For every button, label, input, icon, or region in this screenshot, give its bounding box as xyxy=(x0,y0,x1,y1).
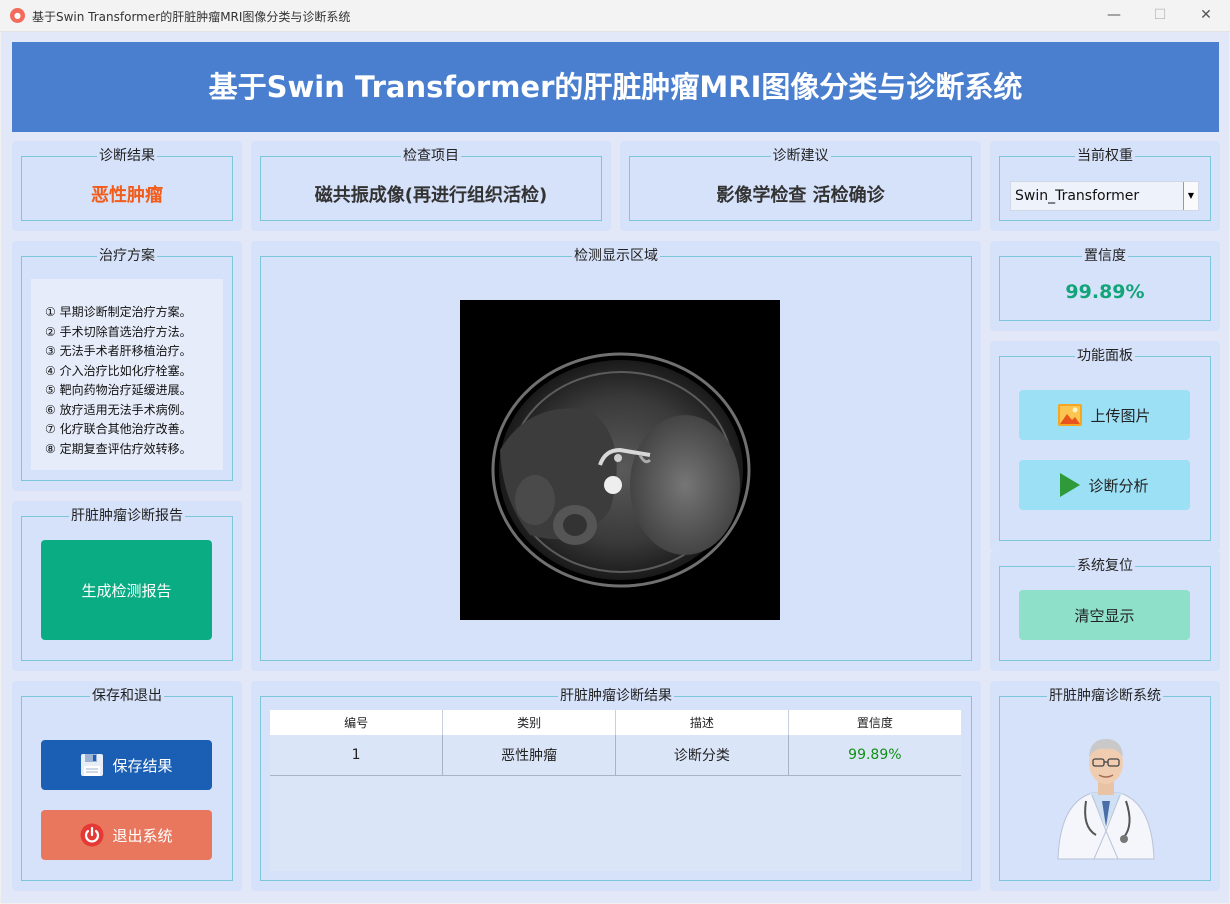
function-panel-label: 功能面板 xyxy=(1075,348,1135,364)
weights-group: 当前权重 Swin_Transformer ▼ xyxy=(999,148,1211,221)
upload-image-label: 上传图片 xyxy=(1090,406,1151,425)
diagnosis-result-label: 诊断结果 xyxy=(97,148,157,164)
diagnosis-advice-label: 诊断建议 xyxy=(770,148,831,164)
save-result-button[interactable]: 保存结果 xyxy=(41,740,212,790)
save-exit-label: 保存和退出 xyxy=(90,688,164,704)
table-row[interactable]: 1 恶性肿瘤 诊断分类 99.89% xyxy=(270,735,961,776)
chevron-down-icon[interactable]: ▼ xyxy=(1183,182,1198,210)
mri-image xyxy=(460,300,780,620)
exam-item-value: 磁共振成像(再进行组织活检) xyxy=(314,185,548,206)
reset-label: 系统复位 xyxy=(1075,558,1135,574)
system-label: 肝脏肿瘤诊断系统 xyxy=(1047,688,1163,704)
treatment-item: ⑧ 定期复查评估疗效转移。 xyxy=(45,441,192,456)
function-panel-group: 功能面板 上传图片 诊断分析 xyxy=(999,348,1211,541)
exam-item-label: 检查项目 xyxy=(401,148,461,164)
diagnosis-result-group: 诊断结果 恶性肿瘤 xyxy=(21,148,233,221)
window-title: 基于Swin Transformer的肝脏肿瘤MRI图像分类与诊断系统 xyxy=(32,10,351,24)
image-icon xyxy=(1058,404,1083,426)
treatment-item: ⑥ 放疗适用无法手术病例。 xyxy=(45,402,192,417)
exam-item-card: 检查项目 磁共振成像(再进行组织活检) xyxy=(251,141,611,231)
doctor-illustration xyxy=(1057,739,1155,860)
diagnose-analyze-label: 诊断分析 xyxy=(1088,476,1149,495)
confidence-group: 置信度 99.89% xyxy=(999,248,1211,321)
table-cell-description: 诊断分类 xyxy=(615,735,789,776)
page-title: 基于Swin Transformer的肝脏肿瘤MRI图像分类与诊断系统 xyxy=(12,42,1219,132)
function-panel-card: 功能面板 上传图片 诊断分析 xyxy=(990,341,1220,551)
diagnosis-result-card: 诊断结果 恶性肿瘤 xyxy=(12,141,242,231)
detection-card: 检测显示区域 xyxy=(251,241,981,671)
exit-system-label: 退出系统 xyxy=(112,826,173,845)
report-card: 肝脏肿瘤诊断报告 生成检测报告 xyxy=(12,501,242,671)
save-exit-card: 保存和退出 保存结果 退出系统 xyxy=(12,681,242,891)
diagnose-analyze-button[interactable]: 诊断分析 xyxy=(1019,460,1190,510)
treatment-item: ① 早期诊断制定治疗方案。 xyxy=(45,305,192,319)
confidence-value: 99.89% xyxy=(1065,281,1145,303)
table-empty-area xyxy=(270,776,961,871)
confidence-label: 置信度 xyxy=(1082,248,1128,264)
table-cell-id: 1 xyxy=(270,735,444,776)
exit-system-button[interactable]: 退出系统 xyxy=(41,810,212,860)
detection-area-label: 检测显示区域 xyxy=(572,248,660,264)
diagnosis-advice-value: 影像学检查 活检确诊 xyxy=(716,185,885,206)
diagnosis-advice-card: 诊断建议 影像学检查 活检确诊 xyxy=(620,141,981,231)
table-header-row: 编号 类别 描述 置信度 xyxy=(270,710,961,735)
diagnosis-advice-group: 诊断建议 影像学检查 活检确诊 xyxy=(629,148,972,221)
system-group: 肝脏肿瘤诊断系统 xyxy=(999,688,1211,881)
treatment-label: 治疗方案 xyxy=(97,248,157,264)
column-header[interactable]: 描述 xyxy=(615,710,789,735)
treatment-card: 治疗方案 ① 早期诊断制定治疗方案。 ② 手术切除首选治疗方法。 ③ 无法手术者… xyxy=(12,241,242,491)
clear-display-button[interactable]: 清空显示 xyxy=(1019,590,1190,640)
weights-select[interactable]: Swin_Transformer ▼ xyxy=(1010,181,1199,211)
results-table-label: 肝脏肿瘤诊断结果 xyxy=(558,688,674,704)
minimize-icon[interactable]: — xyxy=(1091,0,1137,32)
close-icon[interactable]: ✕ xyxy=(1183,0,1229,32)
table-cell-confidence: 99.89% xyxy=(788,735,961,776)
treatment-item: ④ 介入治疗比如化疗栓塞。 xyxy=(45,363,192,378)
power-icon xyxy=(80,823,104,847)
report-group: 肝脏肿瘤诊断报告 生成检测报告 xyxy=(21,508,233,661)
table-cell-category: 恶性肿瘤 xyxy=(442,735,616,776)
play-icon xyxy=(1060,473,1081,497)
treatment-item: ⑦ 化疗联合其他治疗改善。 xyxy=(45,422,192,436)
diagnosis-result-value: 恶性肿瘤 xyxy=(91,185,163,206)
reset-card: 系统复位 清空显示 xyxy=(990,551,1220,671)
floppy-disk-icon xyxy=(81,754,104,776)
system-card: 肝脏肿瘤诊断系统 xyxy=(990,681,1220,891)
treatment-group: 治疗方案 ① 早期诊断制定治疗方案。 ② 手术切除首选治疗方法。 ③ 无法手术者… xyxy=(21,248,233,481)
weights-label: 当前权重 xyxy=(1075,148,1135,164)
results-group: 肝脏肿瘤诊断结果 编号 类别 描述 置信度 1 恶性肿瘤 诊断分类 99.89% xyxy=(260,688,972,881)
column-header[interactable]: 编号 xyxy=(270,710,444,735)
app-body: 基于Swin Transformer的肝脏肿瘤MRI图像分类与诊断系统 诊断结果… xyxy=(1,32,1229,903)
column-header[interactable]: 类别 xyxy=(442,710,616,735)
upload-image-button[interactable]: 上传图片 xyxy=(1019,390,1190,440)
weights-card: 当前权重 Swin_Transformer ▼ xyxy=(990,141,1220,231)
save-exit-group: 保存和退出 保存结果 退出系统 xyxy=(21,688,233,881)
maximize-icon[interactable]: ☐ xyxy=(1137,0,1183,32)
report-label: 肝脏肿瘤诊断报告 xyxy=(69,508,185,524)
column-header[interactable]: 置信度 xyxy=(788,710,961,735)
results-table: 编号 类别 描述 置信度 1 恶性肿瘤 诊断分类 99.89% xyxy=(270,710,961,776)
window-titlebar: ● 基于Swin Transformer的肝脏肿瘤MRI图像分类与诊断系统 — … xyxy=(0,0,1230,32)
treatment-item: ③ 无法手术者肝移植治疗。 xyxy=(45,344,192,358)
confidence-card: 置信度 99.89% xyxy=(990,241,1220,331)
app-logo-icon: ● xyxy=(10,8,25,23)
reset-group: 系统复位 清空显示 xyxy=(999,558,1211,661)
generate-report-button[interactable]: 生成检测报告 xyxy=(41,540,212,640)
save-result-label: 保存结果 xyxy=(112,756,173,775)
weights-selected-value: Swin_Transformer xyxy=(1015,188,1140,204)
treatment-item: ② 手术切除首选治疗方法。 xyxy=(45,324,192,339)
treatment-item: ⑤ 靶向药物治疗延缓进展。 xyxy=(45,383,192,397)
treatment-list: ① 早期诊断制定治疗方案。 ② 手术切除首选治疗方法。 ③ 无法手术者肝移植治疗… xyxy=(31,279,223,470)
exam-item-group: 检查项目 磁共振成像(再进行组织活检) xyxy=(260,148,602,221)
results-card: 肝脏肿瘤诊断结果 编号 类别 描述 置信度 1 恶性肿瘤 诊断分类 99.89% xyxy=(251,681,981,891)
detection-group: 检测显示区域 xyxy=(260,248,972,661)
